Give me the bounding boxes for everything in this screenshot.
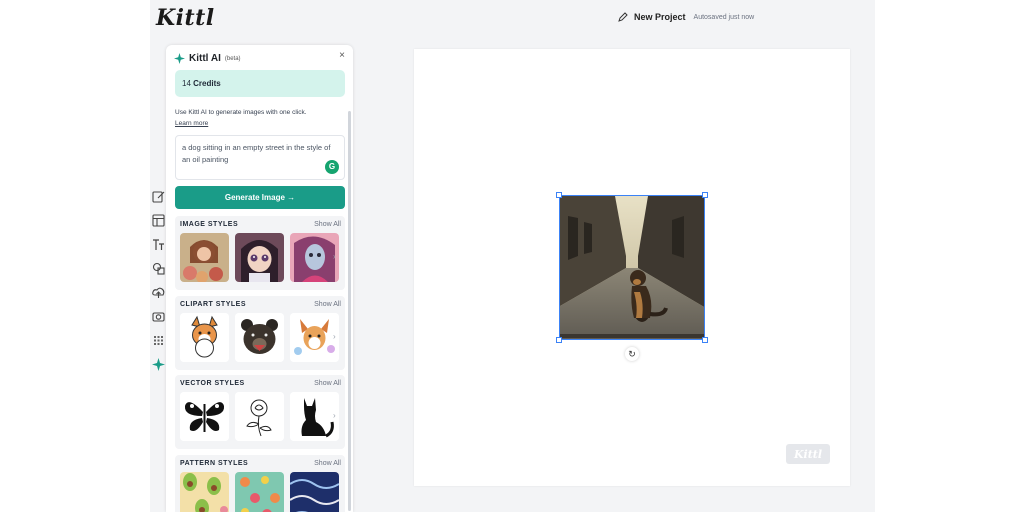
panel-scrollbar[interactable]: [348, 111, 351, 511]
project-name[interactable]: New Project: [634, 12, 686, 22]
text-icon[interactable]: [150, 236, 166, 252]
shapes-icon[interactable]: [150, 260, 166, 276]
credits-label: Credits: [193, 79, 221, 88]
show-all-link[interactable]: Show All: [314, 380, 341, 387]
section-title: CLIPART STYLES: [180, 301, 246, 308]
style-thumb-anime[interactable]: [235, 233, 284, 282]
grid-icon[interactable]: [150, 332, 166, 348]
resize-handle-br[interactable]: [702, 337, 708, 343]
layout-icon[interactable]: [150, 212, 166, 228]
section-title: VECTOR STYLES: [180, 380, 245, 387]
prompt-input[interactable]: a dog sitting in an empty street in the …: [175, 135, 345, 180]
credits-box: 14 Credits: [175, 70, 345, 97]
clipart-styles-section: CLIPART STYLES Show All ›: [175, 296, 345, 370]
style-thumb-watercolor-dog-clipart[interactable]: [290, 313, 339, 362]
style-thumb-avocado-pattern[interactable]: [180, 472, 229, 512]
show-all-link[interactable]: Show All: [314, 460, 341, 467]
chevron-right-icon[interactable]: ›: [333, 332, 343, 342]
pencil-icon[interactable]: [618, 12, 628, 22]
beta-badge: (beta): [224, 55, 241, 62]
learn-more-link[interactable]: Learn more: [175, 118, 345, 129]
image-styles-section: IMAGE STYLES Show All ›: [175, 216, 345, 290]
pattern-styles-section: PATTERN STYLES Show All: [175, 455, 345, 512]
panel-description: Use Kittl AI to generate images with one…: [175, 107, 345, 129]
ai-sparkle-icon: [174, 53, 185, 64]
rotate-icon[interactable]: ↻: [625, 347, 639, 361]
chevron-right-icon[interactable]: ›: [333, 252, 343, 262]
section-title: PATTERN STYLES: [180, 460, 249, 467]
kittl-ai-panel: Kittl AI (beta) × 14 Credits Use Kittl A…: [166, 45, 353, 512]
panel-title: Kittl AI: [189, 53, 221, 64]
project-header: New Project Autosaved just now: [618, 12, 754, 22]
style-thumb-corgi-clipart[interactable]: [180, 313, 229, 362]
upload-icon[interactable]: [150, 284, 166, 300]
resize-handle-tr[interactable]: [702, 192, 708, 198]
kittl-watermark: Kittl: [786, 444, 830, 464]
grammarly-icon[interactable]: G: [325, 160, 339, 174]
style-thumb-floral-portrait[interactable]: [180, 233, 229, 282]
edit-icon[interactable]: [150, 188, 166, 204]
style-thumb-floral-pattern[interactable]: [235, 472, 284, 512]
style-thumb-butterfly-vector[interactable]: [180, 392, 229, 441]
generate-image-button[interactable]: Generate Image →: [175, 186, 345, 209]
show-all-link[interactable]: Show All: [314, 221, 341, 228]
panel-header: Kittl AI (beta): [174, 53, 241, 64]
resize-handle-bl[interactable]: [556, 337, 562, 343]
generated-dog-image[interactable]: [559, 195, 705, 340]
show-all-link[interactable]: Show All: [314, 301, 341, 308]
style-thumb-bear-clipart[interactable]: [235, 313, 284, 362]
prompt-text: a dog sitting in an empty street in the …: [182, 143, 331, 164]
style-thumb-cat-vector[interactable]: [290, 392, 339, 441]
description-text: Use Kittl AI to generate images with one…: [175, 109, 307, 116]
section-title: IMAGE STYLES: [180, 221, 239, 228]
close-icon[interactable]: ×: [337, 51, 347, 61]
vector-styles-section: VECTOR STYLES Show All ›: [175, 375, 345, 449]
autosave-status: Autosaved just now: [693, 13, 755, 21]
resize-handle-tl[interactable]: [556, 192, 562, 198]
style-thumb-navy-pattern[interactable]: [290, 472, 339, 512]
app-logo[interactable]: Kittl: [156, 5, 215, 31]
camera-icon[interactable]: [150, 308, 166, 324]
style-thumb-rose-vector[interactable]: [235, 392, 284, 441]
style-thumb-colorful-portrait[interactable]: [290, 233, 339, 282]
ai-sparkle-icon[interactable]: [150, 356, 166, 372]
credits-count: 14: [182, 79, 191, 88]
chevron-right-icon[interactable]: ›: [333, 411, 343, 421]
